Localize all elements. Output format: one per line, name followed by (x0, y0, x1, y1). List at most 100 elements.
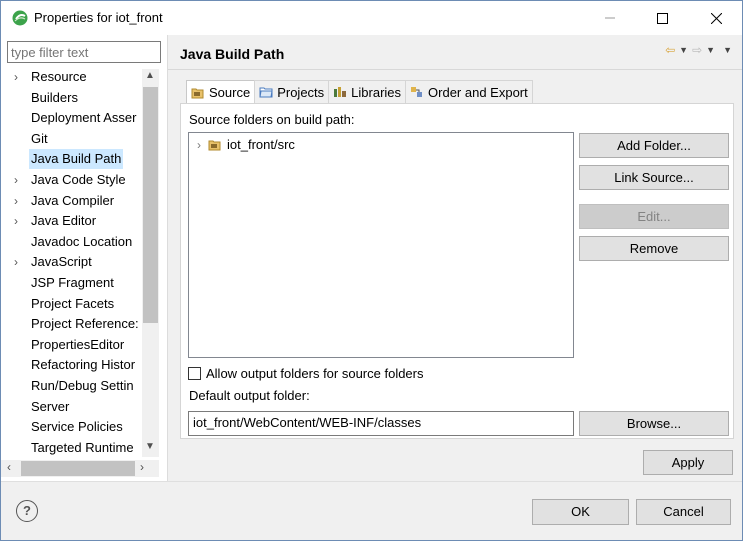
tab-libraries[interactable]: Libraries (328, 80, 407, 103)
default-output-field[interactable]: iot_front/WebContent/WEB-INF/classes (188, 411, 574, 436)
expand-chevron-icon[interactable]: › (197, 138, 201, 152)
tree-item[interactable]: › Java Code Style (1, 170, 158, 190)
tree-item-label: JSP Fragment (31, 275, 114, 290)
page-navigation: ⇦ ▼ ⇨ ▼ ▼ (665, 43, 732, 57)
tree-item[interactable]: Deployment Asser (1, 108, 158, 128)
scroll-up-icon[interactable]: ▲ (145, 70, 155, 81)
tree-item[interactable]: Targeted Runtime (1, 438, 158, 458)
add-folder-button[interactable]: Add Folder... (579, 133, 729, 158)
maximize-icon (656, 12, 668, 24)
tree-item[interactable]: Run/Debug Settin (1, 376, 158, 396)
tree-item[interactable]: › Java Editor (1, 211, 158, 231)
back-arrow-icon[interactable]: ⇦ (665, 43, 675, 57)
tab-projects-label: Projects (277, 84, 325, 100)
ok-button[interactable]: OK (532, 499, 629, 525)
tree-item[interactable]: › Java Compiler (1, 191, 158, 211)
apply-button[interactable]: Apply (643, 450, 733, 475)
footer-separator (1, 481, 742, 482)
tab-libraries-label: Libraries (351, 84, 402, 100)
expand-chevron-icon[interactable]: › (14, 252, 24, 272)
tree-item-label: Run/Debug Settin (31, 378, 134, 393)
tree-item[interactable]: Project Facets (1, 294, 158, 314)
tree-item-label: JavaScript (31, 254, 92, 270)
scroll-thumb[interactable] (143, 87, 158, 323)
tab-order-and-export-label: Order and Export (428, 84, 528, 100)
link-source-button[interactable]: Link Source... (579, 165, 729, 190)
tree-item[interactable]: JSP Fragment (1, 273, 158, 293)
tree-item-label: Git (31, 130, 48, 146)
tree-item[interactable]: Refactoring Histor (1, 355, 158, 375)
tree-item-label: PropertiesEditor (31, 336, 125, 352)
java-build-path-page: Java Build Path ⇦ ▼ ⇨ ▼ ▼ Source Project… (168, 35, 742, 481)
maximize-button[interactable] (639, 1, 685, 35)
expand-chevron-icon[interactable]: › (14, 170, 24, 190)
tree-item-label: Java Compiler (31, 192, 115, 208)
tree-vertical-scrollbar[interactable]: ▲ ▼ (142, 69, 159, 457)
edit-button[interactable]: Edit... (579, 204, 729, 229)
remove-button[interactable]: Remove (579, 236, 729, 261)
tree-item-label: Java Build Path (29, 149, 124, 170)
tree-item-label: Refactoring Histor (31, 357, 136, 373)
source-folders-label: Source folders on build path: (189, 112, 355, 127)
view-menu-chevron-icon[interactable]: ▼ (723, 45, 732, 55)
tab-source[interactable]: Source (186, 80, 256, 104)
forward-menu-chevron-icon[interactable]: ▼ (706, 45, 715, 55)
build-path-tabs: Source Projects Libraries Order and Expo… (186, 80, 533, 104)
help-icon[interactable]: ? (16, 500, 38, 522)
tree-item-label: Service Policies (31, 419, 123, 435)
scroll-down-icon[interactable]: ▼ (145, 441, 155, 452)
source-folder-node[interactable]: › iot_front/src (197, 137, 295, 152)
hscroll-thumb[interactable] (21, 461, 135, 476)
tree-item[interactable]: Builders (1, 88, 158, 108)
close-button[interactable] (693, 1, 739, 35)
tree-horizontal-scrollbar[interactable]: ‹ › (1, 460, 159, 477)
forward-arrow-icon[interactable]: ⇨ (692, 43, 702, 57)
expand-chevron-icon[interactable]: › (14, 211, 24, 231)
property-tree: › Resource Builders Deployment Asser Git Java… (1, 67, 158, 459)
close-icon (710, 12, 722, 24)
tree-item[interactable]: Javadoc Location (1, 232, 158, 252)
expand-chevron-icon[interactable]: › (14, 191, 24, 211)
source-folder-icon (191, 88, 204, 98)
filter-input[interactable] (7, 41, 161, 63)
tree-item[interactable]: Server (1, 397, 158, 417)
back-menu-chevron-icon[interactable]: ▼ (679, 45, 688, 55)
tree-item[interactable]: Service Policies (1, 417, 158, 437)
tree-item[interactable]: › Resource (1, 67, 158, 87)
source-folder-label: iot_front/src (227, 137, 295, 152)
allow-output-folders-checkbox[interactable]: Allow output folders for source folders (188, 366, 424, 381)
tree-item-label: Server (31, 398, 70, 414)
eclipse-app-icon (12, 10, 28, 26)
source-folders-tree[interactable]: › iot_front/src (188, 132, 574, 358)
tree-item-label: Java Code Style (31, 172, 126, 187)
tree-item-label: Project Facets (31, 295, 115, 311)
allow-output-folders-label: Allow output folders for source folders (206, 366, 424, 381)
expand-chevron-icon[interactable]: › (14, 67, 24, 87)
tree-item-label: Builders (31, 89, 78, 105)
package-folder-icon (208, 140, 221, 150)
scroll-left-icon[interactable]: ‹ (7, 460, 11, 474)
tree-item-label: Javadoc Location (31, 233, 133, 249)
tree-item[interactable]: Project Reference: (1, 314, 158, 334)
tree-item[interactable]: Java Build Path (1, 149, 158, 170)
tree-item[interactable]: PropertiesEditor (1, 335, 158, 355)
scroll-right-icon[interactable]: › (140, 460, 144, 474)
minimize-button[interactable] (587, 1, 633, 35)
browse-button[interactable]: Browse... (579, 411, 729, 436)
tree-item[interactable]: Git (1, 129, 158, 149)
tab-source-label: Source (209, 85, 251, 100)
tree-item-label: Targeted Runtime (31, 439, 134, 455)
tab-projects[interactable]: Projects (254, 80, 330, 103)
checkbox-box[interactable] (188, 367, 201, 380)
tree-item[interactable]: › JavaScript (1, 252, 158, 272)
tree-item-label: Project Reference: (31, 316, 139, 332)
tree-item-label: Deployment Asser (31, 110, 137, 126)
cancel-button[interactable]: Cancel (636, 499, 731, 525)
tab-order-and-export[interactable]: Order and Export (405, 80, 533, 103)
properties-dialog: Properties for iot_front › Resource Builde… (0, 0, 743, 541)
title-bar[interactable]: Properties for iot_front (1, 1, 742, 35)
window-title: Properties for iot_front (34, 10, 163, 25)
projects-icon (259, 87, 273, 98)
title-separator (168, 69, 742, 70)
default-output-label: Default output folder: (189, 388, 310, 403)
